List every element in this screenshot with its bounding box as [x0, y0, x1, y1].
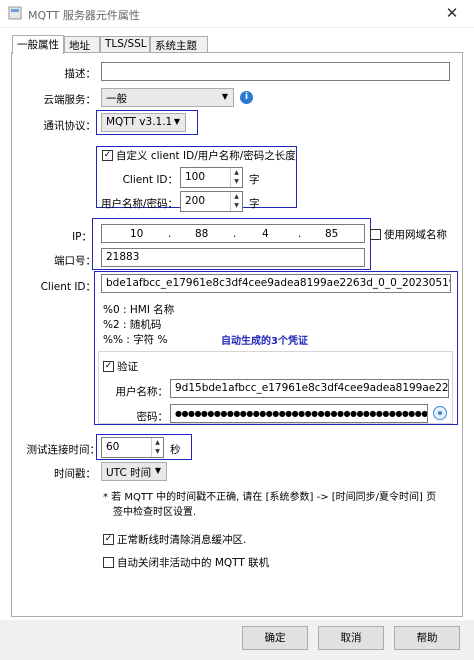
client-id-length-spinner[interactable]: 100 ▲ ▼ [180, 167, 243, 188]
hint-percent: %% : 字符 % [103, 334, 168, 346]
app-icon [8, 6, 22, 20]
username-label: 用户名称： [115, 386, 169, 398]
close-icon[interactable]: ✕ [442, 4, 462, 24]
spin-up-icon[interactable]: ▲ [231, 192, 242, 201]
chevron-down-icon: ▼ [221, 92, 228, 101]
chevron-down-icon: ▼ [154, 466, 161, 475]
timeout-label: 测试连接时间： [26, 444, 101, 456]
eye-icon[interactable] [433, 406, 447, 420]
spin-down-icon[interactable]: ▼ [231, 177, 242, 186]
user-pw-length-spinner[interactable]: 200 ▲ ▼ [180, 191, 243, 212]
password-input[interactable]: ●●●●●●●●●●●●●●●●●●●●●●●●●●●●●●●●●●●●●●●●… [170, 404, 428, 423]
ip-octet-2: 88 [195, 228, 209, 240]
auth-checkbox[interactable]: ✓ [103, 361, 114, 372]
user-pw-length-label: 用户名称/密码： [100, 198, 178, 210]
tab-tls-ssl[interactable]: TLS/SSL [100, 36, 150, 53]
auto-close-label: 自动关闭非活动中的 MQTT 联机 [117, 557, 270, 569]
cancel-button[interactable]: 取消 [318, 626, 384, 650]
user-pw-length-unit: 字 [249, 198, 260, 210]
ip-input[interactable]: 10 . 88 . 4 . 85 [101, 224, 365, 243]
help-button[interactable]: 帮助 [394, 626, 460, 650]
timestamp-label: 时间戳： [54, 468, 96, 480]
protocol-label: 通讯协议： [43, 120, 97, 132]
cloud-service-select[interactable]: 一般 ▼ [101, 88, 234, 107]
timeout-spinner[interactable]: 60 ▲ ▼ [101, 437, 164, 458]
chevron-down-icon: ▼ [173, 117, 180, 126]
protocol-value: MQTT v3.1.1 [106, 116, 173, 128]
client-id-length-unit: 字 [249, 174, 260, 186]
ip-dot: . [298, 228, 302, 240]
ip-octet-1: 10 [130, 228, 144, 240]
cloud-service-value: 一般 [106, 93, 127, 105]
tab-system-topic[interactable]: 系统主题 [150, 36, 208, 53]
timeout-value: 60 [106, 441, 120, 453]
client-id-input[interactable]: bde1afbcc_e17961e8c3df4cee9adea8199ae226… [101, 274, 451, 293]
cloud-service-label: 云端服务： [43, 94, 97, 106]
clear-buffer-checkbox[interactable]: ✓ [103, 534, 114, 545]
tab-general[interactable]: 一般属性 [12, 35, 64, 54]
ip-label: IP： [72, 231, 92, 243]
custom-length-label: 自定义 client ID/用户名称/密码之长度 [116, 150, 296, 162]
timestamp-note-line2: 签中检查时区设置. [113, 507, 197, 518]
hint-random: %2 : 随机码 [103, 319, 162, 331]
client-id-length-value: 100 [185, 171, 206, 183]
port-label: 端口号： [54, 255, 96, 267]
ip-dot: . [233, 228, 237, 240]
username-input[interactable]: 9d15bde1afbcc_e17961e8c3df4cee9adea8199a… [170, 379, 449, 398]
ip-dot: . [168, 228, 172, 240]
auto-close-checkbox[interactable] [103, 557, 114, 568]
port-input[interactable]: 21883 [101, 248, 365, 267]
spin-down-icon[interactable]: ▼ [152, 447, 163, 456]
annotation-text: 自动生成的3个凭证 [221, 336, 308, 347]
ip-octet-4: 85 [325, 228, 339, 240]
description-label: 描述： [64, 68, 97, 80]
use-domain-checkbox[interactable] [370, 229, 381, 240]
title-bar: MQTT 服务器元件属性 ✕ [0, 0, 474, 28]
client-id-length-label: Client ID： [122, 174, 178, 186]
info-icon[interactable]: i [240, 91, 253, 104]
ok-button[interactable]: 确定 [242, 626, 308, 650]
auth-label: 验证 [117, 361, 138, 373]
description-input[interactable] [101, 62, 450, 81]
spin-up-icon[interactable]: ▲ [152, 438, 163, 447]
timestamp-select[interactable]: UTC 时间 ▼ [101, 462, 167, 481]
hint-hmi-name: %0 : HMI 名称 [103, 304, 175, 316]
user-pw-length-value: 200 [185, 195, 206, 207]
spin-up-icon[interactable]: ▲ [231, 168, 242, 177]
clear-buffer-label: 正常断线时清除消息缓冲区. [117, 534, 247, 546]
protocol-select[interactable]: MQTT v3.1.1 ▼ [101, 113, 186, 132]
timeout-unit: 秒 [170, 444, 181, 456]
window-title: MQTT 服务器元件属性 [28, 9, 140, 22]
client-id-label: Client ID： [40, 281, 96, 293]
tab-address[interactable]: 地址 [64, 36, 100, 53]
ip-octet-3: 4 [262, 228, 269, 240]
spin-down-icon[interactable]: ▼ [231, 201, 242, 210]
timestamp-note-line1: * 若 MQTT 中的时间戳不正确, 请在 [系统参数] -> [时间同步/夏令… [103, 492, 437, 503]
timestamp-value: UTC 时间 [106, 467, 152, 479]
use-domain-label: 使用网域名称 [384, 229, 447, 241]
custom-length-checkbox[interactable]: ✓ [102, 150, 113, 161]
password-label: 密码： [136, 411, 169, 423]
